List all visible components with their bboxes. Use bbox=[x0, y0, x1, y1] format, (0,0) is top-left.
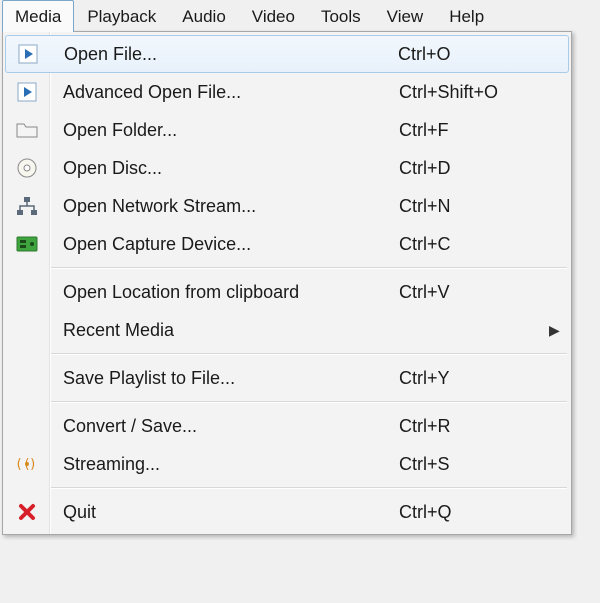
menu-separator bbox=[51, 353, 567, 355]
menu-video[interactable]: Video bbox=[239, 0, 308, 32]
svg-text:)): )) bbox=[29, 457, 39, 472]
menu-item-streaming[interactable]: (()) Streaming... Ctrl+S bbox=[5, 445, 569, 483]
menu-item-accel: Ctrl+F bbox=[399, 120, 549, 141]
menu-item-label: Open Folder... bbox=[49, 120, 399, 141]
disc-icon bbox=[5, 157, 49, 179]
menu-item-accel: Ctrl+Q bbox=[399, 502, 549, 523]
menu-item-accel: Ctrl+S bbox=[399, 454, 549, 475]
menu-item-open-network-stream[interactable]: Open Network Stream... Ctrl+N bbox=[5, 187, 569, 225]
menu-item-label: Recent Media bbox=[49, 320, 399, 341]
menu-item-accel: Ctrl+O bbox=[398, 44, 548, 65]
menu-item-convert-save[interactable]: Convert / Save... Ctrl+R bbox=[5, 407, 569, 445]
menu-audio[interactable]: Audio bbox=[169, 0, 238, 32]
menu-item-open-location-clipboard[interactable]: Open Location from clipboard Ctrl+V bbox=[5, 273, 569, 311]
menu-item-label: Open Network Stream... bbox=[49, 196, 399, 217]
menu-item-recent-media[interactable]: Recent Media ▶ bbox=[5, 311, 569, 349]
menu-item-save-playlist[interactable]: Save Playlist to File... Ctrl+Y bbox=[5, 359, 569, 397]
menu-item-accel: Ctrl+C bbox=[399, 234, 549, 255]
menu-item-accel: Ctrl+R bbox=[399, 416, 549, 437]
submenu-arrow-icon: ▶ bbox=[549, 322, 569, 339]
menubar: Media Playback Audio Video Tools View He… bbox=[0, 0, 600, 32]
menu-item-quit[interactable]: Quit Ctrl+Q bbox=[5, 493, 569, 531]
menu-item-open-folder[interactable]: Open Folder... Ctrl+F bbox=[5, 111, 569, 149]
play-file-icon bbox=[6, 44, 50, 64]
menu-item-label: Save Playlist to File... bbox=[49, 368, 399, 389]
menu-item-open-file[interactable]: Open File... Ctrl+O bbox=[5, 35, 569, 73]
capture-card-icon bbox=[5, 236, 49, 252]
menu-item-open-disc[interactable]: Open Disc... Ctrl+D bbox=[5, 149, 569, 187]
menu-item-label: Convert / Save... bbox=[49, 416, 399, 437]
stream-icon: (()) bbox=[5, 456, 49, 472]
menu-item-open-capture-device[interactable]: Open Capture Device... Ctrl+C bbox=[5, 225, 569, 263]
menu-item-label: Open Location from clipboard bbox=[49, 282, 399, 303]
menu-item-label: Open Capture Device... bbox=[49, 234, 399, 255]
folder-icon bbox=[5, 121, 49, 139]
menu-item-label: Quit bbox=[49, 502, 399, 523]
play-file-icon bbox=[5, 82, 49, 102]
menu-media[interactable]: Media bbox=[2, 0, 74, 32]
menu-item-accel: Ctrl+N bbox=[399, 196, 549, 217]
menu-item-accel: Ctrl+V bbox=[399, 282, 549, 303]
menu-separator bbox=[51, 401, 567, 403]
menu-help[interactable]: Help bbox=[436, 0, 497, 32]
menu-item-label: Open File... bbox=[50, 44, 398, 65]
menu-separator bbox=[51, 487, 567, 489]
menu-item-accel: Ctrl+D bbox=[399, 158, 549, 179]
menu-separator bbox=[51, 267, 567, 269]
menu-item-advanced-open-file[interactable]: Advanced Open File... Ctrl+Shift+O bbox=[5, 73, 569, 111]
menu-playback[interactable]: Playback bbox=[74, 0, 169, 32]
menu-item-label: Streaming... bbox=[49, 454, 399, 475]
menu-view[interactable]: View bbox=[374, 0, 437, 32]
menu-tools[interactable]: Tools bbox=[308, 0, 374, 32]
menu-item-label: Advanced Open File... bbox=[49, 82, 399, 103]
network-icon bbox=[5, 196, 49, 216]
menu-item-label: Open Disc... bbox=[49, 158, 399, 179]
media-dropdown: Open File... Ctrl+O Advanced Open File..… bbox=[2, 31, 572, 535]
quit-icon bbox=[5, 503, 49, 521]
menu-item-accel: Ctrl+Shift+O bbox=[399, 82, 549, 103]
menu-item-accel: Ctrl+Y bbox=[399, 368, 549, 389]
